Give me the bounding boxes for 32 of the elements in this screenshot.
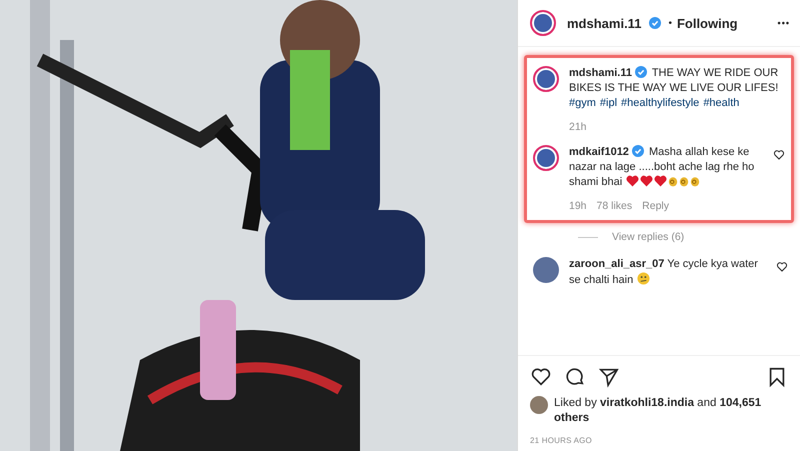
heart-icon[interactable]: [530, 366, 552, 388]
confused-face-emoji-icon: [637, 272, 650, 285]
ok-hand-emoji-icon: [668, 175, 678, 187]
avatar[interactable]: [533, 66, 559, 92]
likes-text: Liked by viratkohli18.india and 104,651 others: [554, 396, 762, 426]
comment-time: 19h: [569, 200, 587, 212]
heart-icon[interactable]: [773, 149, 785, 161]
more-options-button[interactable]: •••: [778, 18, 790, 28]
hashtag-link[interactable]: #gym: [569, 97, 596, 109]
comment-text: mdkaif1012 Masha allah kese ke nazar na lage .....boht ache lag rhe ho shami bhai: [569, 145, 756, 190]
heart-emoji-icon: [626, 175, 640, 187]
comment-text: zaroon_ali_asr_07 Ye cycle kya water se chalti hain: [569, 257, 759, 288]
share-icon[interactable]: [598, 366, 620, 388]
heart-emoji-icon: [654, 175, 668, 187]
separator: •: [668, 18, 672, 28]
hashtag-link[interactable]: #ipl: [600, 97, 618, 109]
caption-text: mdshami.11 THE WAY WE RIDE OUR BIKES IS THE WAY WE LIVE OUR LIFES! #gym #ipl #healthylifestyle #health: [569, 66, 780, 111]
username[interactable]: mdshami.11: [567, 16, 642, 30]
comment-time: 21h: [569, 121, 587, 133]
hashtag-link[interactable]: #healthylifestyle: [621, 97, 700, 109]
ok-hand-emoji-icon: [690, 175, 700, 187]
heart-emoji-icon: [640, 175, 654, 187]
post-timestamp: 21 HOURS AGO: [529, 435, 593, 447]
comment-icon[interactable]: [564, 366, 586, 388]
avatar[interactable]: [530, 10, 556, 36]
heart-icon[interactable]: [776, 261, 788, 273]
ok-hand-emoji-icon: [679, 175, 690, 187]
avatar[interactable]: [533, 257, 559, 283]
following-button[interactable]: Following: [676, 16, 738, 30]
hashtag-link[interactable]: #health: [703, 97, 740, 109]
avatar: [530, 396, 548, 414]
avatar[interactable]: [533, 145, 559, 171]
